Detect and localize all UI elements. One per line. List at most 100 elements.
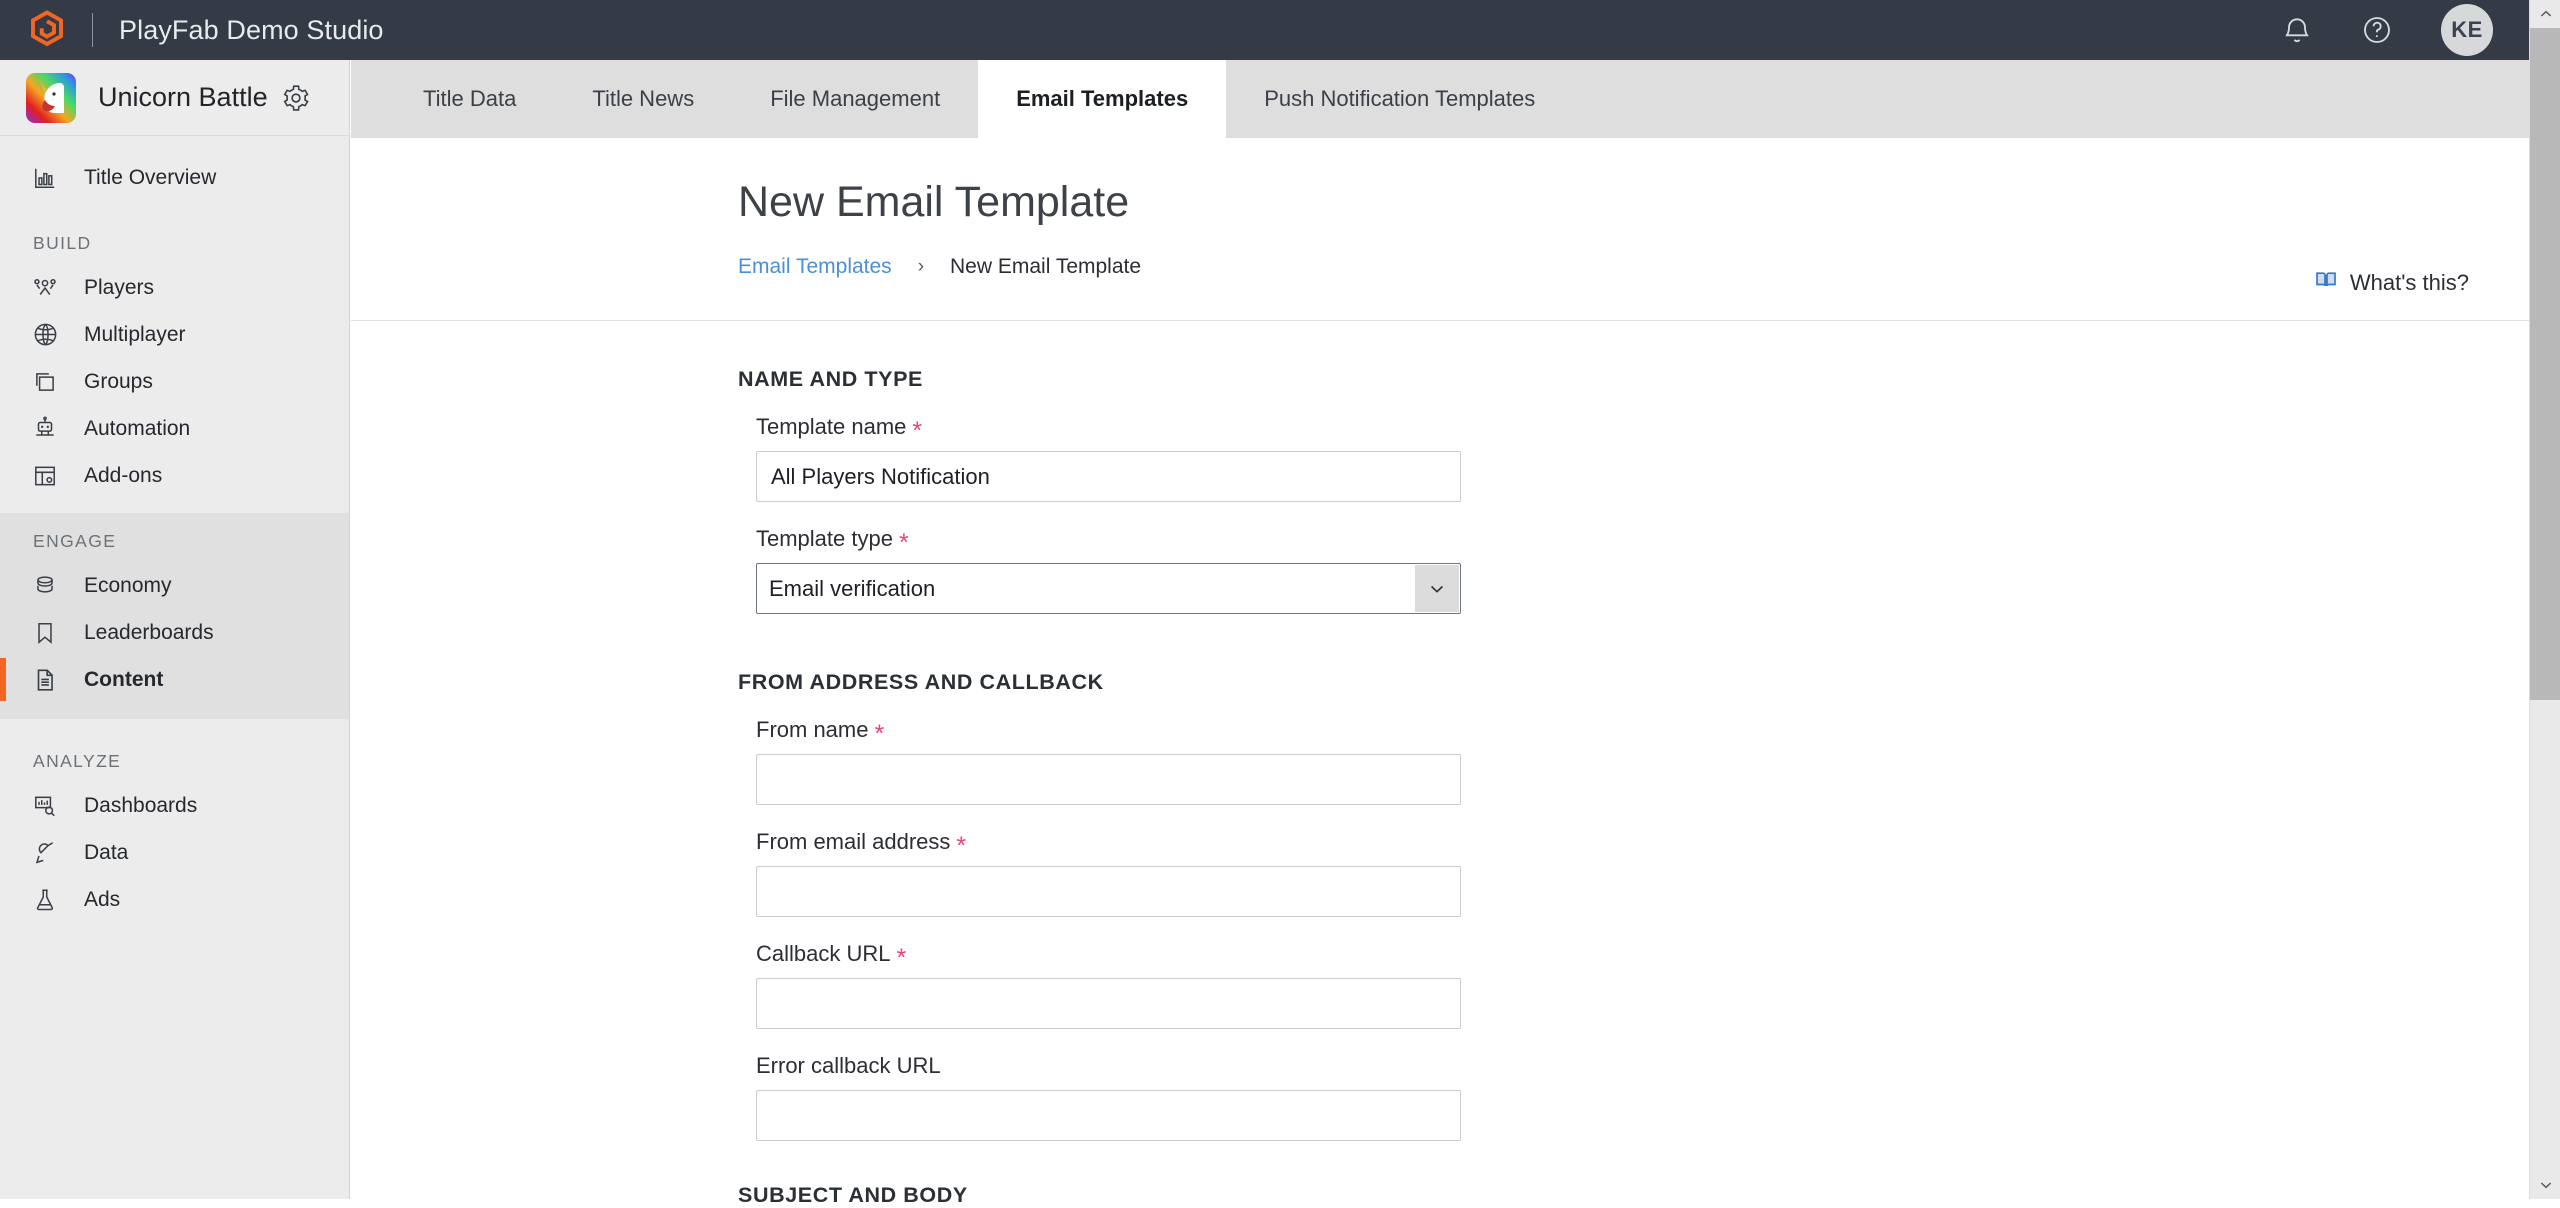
avatar[interactable]: KE: [2441, 4, 2493, 56]
sidebar-section-label-build: BUILD: [0, 215, 349, 264]
robot-icon: [30, 414, 60, 444]
sidebar-overview-group: Title Overview: [0, 136, 349, 201]
field-callback-url: Callback URL *: [756, 941, 2529, 1029]
sidebar-spacer: [0, 201, 349, 215]
template-name-input[interactable]: [756, 451, 1461, 502]
sidebar-item-leaderboards[interactable]: Leaderboards: [0, 609, 349, 656]
top-bar: PlayFab Demo Studio KE: [0, 0, 2529, 60]
gear-icon[interactable]: [281, 83, 311, 113]
bookmark-icon: [30, 618, 60, 648]
field-template-name: Template name *: [756, 414, 2529, 502]
sidebar-item-multiplayer[interactable]: Multiplayer: [0, 311, 349, 358]
page-scrollbar[interactable]: [2529, 0, 2560, 1199]
breadcrumb-separator-icon: ›: [918, 256, 924, 278]
sidebar-spacer: [0, 499, 349, 513]
field-label-text: From email address: [756, 829, 950, 855]
topbar-actions: KE: [2281, 4, 2493, 56]
playfab-logo-icon[interactable]: [26, 9, 68, 51]
people-icon: [30, 273, 60, 303]
sidebar-item-label: Multiplayer: [84, 323, 186, 347]
field-label-text: Callback URL: [756, 941, 891, 967]
sidebar-item-content[interactable]: Content: [0, 656, 349, 703]
field-label: Template name *: [756, 414, 2529, 440]
tab-bar: Title Data Title News File Management Em…: [351, 60, 2529, 138]
bell-icon[interactable]: [2281, 14, 2313, 46]
topbar-divider: [92, 13, 93, 47]
field-error-callback-url: Error callback URL: [756, 1053, 2529, 1141]
field-label-text: From name: [756, 717, 868, 743]
error-callback-url-input[interactable]: [756, 1090, 1461, 1141]
tab-title-data[interactable]: Title Data: [385, 60, 554, 138]
section-title-subject-and-body: SUBJECT AND BODY: [738, 1183, 2529, 1208]
field-label-text: Error callback URL: [756, 1053, 941, 1079]
tab-file-management[interactable]: File Management: [732, 60, 978, 138]
sidebar-group-engage: ENGAGE Economy Leaderboards: [0, 513, 349, 719]
template-type-selected-value: Email verification: [757, 576, 935, 602]
sidebar-item-label: Automation: [84, 417, 190, 441]
sidebar-item-ads[interactable]: Ads: [0, 876, 349, 923]
tab-email-templates[interactable]: Email Templates: [978, 60, 1226, 138]
stacked-squares-icon: [30, 367, 60, 397]
sidebar-item-label: Data: [84, 841, 128, 865]
breadcrumb: Email Templates › New Email Template: [738, 255, 2529, 279]
sidebar-group-analyze: ANALYZE Dashboards Data: [0, 733, 349, 923]
from-email-address-input[interactable]: [756, 866, 1461, 917]
sidebar-item-label: Add-ons: [84, 464, 162, 488]
section-title-name-and-type: NAME AND TYPE: [738, 367, 2529, 392]
studio-title: PlayFab Demo Studio: [119, 15, 384, 46]
main-content: Title Data Title News File Management Em…: [351, 60, 2529, 1199]
scrollbar-thumb[interactable]: [2530, 28, 2560, 700]
sidebar-item-economy[interactable]: Economy: [0, 562, 349, 609]
sidebar-item-label: Title Overview: [84, 166, 216, 190]
sidebar-item-label: Content: [84, 668, 163, 692]
tab-title-news[interactable]: Title News: [554, 60, 732, 138]
sidebar-section-label-engage: ENGAGE: [0, 513, 349, 562]
field-from-name: From name *: [756, 717, 2529, 805]
sidebar-item-add-ons[interactable]: Add-ons: [0, 452, 349, 499]
sidebar-item-label: Players: [84, 276, 154, 300]
chevron-down-icon[interactable]: [1415, 565, 1459, 612]
sidebar-item-automation[interactable]: Automation: [0, 405, 349, 452]
sidebar-spacer: [0, 719, 349, 733]
email-template-form: NAME AND TYPE Template name * Template t…: [351, 321, 2529, 1208]
bar-chart-icon: [30, 163, 60, 193]
field-template-type: Template type * Email verification: [756, 526, 2529, 614]
template-type-select[interactable]: Email verification: [756, 563, 1461, 614]
from-name-input[interactable]: [756, 754, 1461, 805]
chevron-down-icon[interactable]: [2530, 1171, 2560, 1199]
unicorn-avatar-icon: [26, 73, 76, 123]
field-label: Callback URL *: [756, 941, 2529, 967]
document-icon: [30, 665, 60, 695]
sidebar-item-players[interactable]: Players: [0, 264, 349, 311]
sidebar-item-label: Ads: [84, 888, 120, 912]
sidebar-item-groups[interactable]: Groups: [0, 358, 349, 405]
field-label: From name *: [756, 717, 2529, 743]
sidebar-group-build: BUILD Players Multiplayer: [0, 215, 349, 499]
breadcrumb-link-email-templates[interactable]: Email Templates: [738, 255, 892, 279]
whats-this-label: What's this?: [2350, 270, 2469, 296]
sidebar: Unicorn Battle Title Overview BUILD: [0, 60, 350, 1199]
coins-stack-icon: [30, 571, 60, 601]
field-label: From email address *: [756, 829, 2529, 855]
sidebar-item-data[interactable]: Data: [0, 829, 349, 876]
sidebar-item-label: Economy: [84, 574, 172, 598]
field-label-text: Template type: [756, 526, 893, 552]
sidebar-section-label-analyze: ANALYZE: [0, 733, 349, 782]
field-label-text: Template name: [756, 414, 906, 440]
tab-push-notification-templates[interactable]: Push Notification Templates: [1226, 60, 1573, 138]
callback-url-input[interactable]: [756, 978, 1461, 1029]
sidebar-item-label: Leaderboards: [84, 621, 214, 645]
whats-this-link[interactable]: What's this?: [2314, 268, 2469, 298]
chevron-up-icon[interactable]: [2530, 0, 2560, 28]
breadcrumb-current: New Email Template: [950, 255, 1141, 279]
field-from-email-address: From email address *: [756, 829, 2529, 917]
page-header: New Email Template Email Templates › New…: [351, 138, 2529, 321]
sidebar-item-dashboards[interactable]: Dashboards: [0, 782, 349, 829]
field-label: Template type *: [756, 526, 2529, 552]
studio-name: Unicorn Battle: [98, 82, 268, 113]
book-icon: [2314, 268, 2338, 298]
section-title-from-address-and-callback: FROM ADDRESS AND CALLBACK: [738, 670, 2529, 695]
globe-icon: [30, 320, 60, 350]
sidebar-item-title-overview[interactable]: Title Overview: [0, 154, 349, 201]
question-circle-icon[interactable]: [2361, 14, 2393, 46]
